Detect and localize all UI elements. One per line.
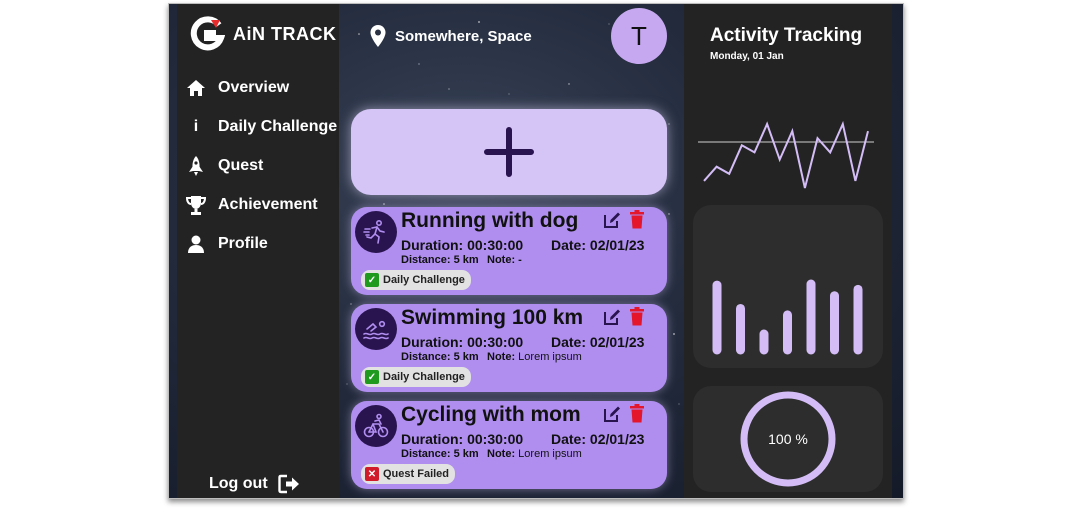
status-badge[interactable]: ✓ Daily Challenge [361, 270, 471, 290]
checkmark-icon: ✓ [365, 273, 379, 287]
cycling-icon [355, 405, 397, 447]
activity-tracking-panel: Activity Tracking Monday, 01 Jan 100 % [684, 4, 892, 498]
duration-value: 00:30:00 [467, 431, 524, 447]
gain-logo-icon [190, 16, 225, 51]
note-value: Lorem ipsum [518, 448, 582, 460]
swimming-icon [355, 308, 397, 350]
logout-label: Log out [209, 475, 268, 492]
checkmark-icon: ✓ [365, 370, 379, 384]
activity-primary-details: Duration: 00:30:00 Date: 02/01/23 [401, 334, 649, 350]
activity-card[interactable]: Swimming 100 km Duration: 00:30:00 Date:… [351, 304, 667, 392]
activity-title: Running with dog [401, 209, 579, 232]
rocket-icon [185, 155, 207, 177]
distance-value: 5 km [453, 351, 479, 363]
date-value: 02/01/23 [589, 237, 645, 253]
sidebar-item-label: Daily Challenge [218, 117, 338, 135]
sidebar-item-achievement[interactable]: Achievement [185, 185, 337, 224]
edit-icon[interactable] [603, 308, 621, 326]
activity-secondary-details: Distance: 5 km Note: Lorem ipsum [401, 351, 582, 363]
date-value: 02/01/23 [589, 334, 645, 350]
location-display: Somewhere, Space [369, 24, 532, 48]
logout-icon [277, 474, 299, 494]
duration-label: Duration: [401, 431, 464, 447]
bar-chart [712, 279, 863, 355]
sidebar-item-quest[interactable]: Quest [185, 146, 337, 185]
avatar[interactable]: T [611, 8, 667, 64]
date-label: Date: [551, 431, 587, 447]
bar-chart-card [693, 205, 883, 368]
status-badge[interactable]: ✓ Daily Challenge [361, 367, 471, 387]
activity-card[interactable]: Running with dog Duration: 00:30:00 Date… [351, 207, 667, 295]
sidebar-item-profile[interactable]: Profile [185, 224, 337, 263]
home-icon [185, 77, 207, 99]
app-window: AiN TRACK Overview i Daily Challenge Que… [168, 3, 904, 499]
activity-secondary-details: Distance: 5 km Note: - [401, 254, 522, 266]
note-label: Note: [487, 448, 516, 460]
progress-value: 100 % [768, 431, 808, 447]
location-pin-icon [370, 25, 386, 47]
activity-title: Cycling with mom [401, 403, 581, 426]
note-value: - [518, 254, 522, 266]
note-label: Note: [487, 351, 516, 363]
activity-primary-details: Duration: 00:30:00 Date: 02/01/23 [401, 237, 649, 253]
progress-ring-card: 100 % [693, 386, 883, 492]
duration-value: 00:30:00 [467, 237, 524, 253]
panel-date: Monday, 01 Jan [710, 51, 784, 62]
duration-value: 00:30:00 [467, 334, 524, 350]
sidebar-item-label: Achievement [218, 195, 318, 213]
delete-icon[interactable] [629, 307, 645, 326]
status-badge[interactable]: ✕ Quest Failed [361, 464, 456, 484]
note-label: Note: [487, 254, 516, 266]
info-icon: i [193, 117, 199, 135]
running-icon [355, 211, 397, 253]
duration-label: Duration: [401, 334, 464, 350]
distance-label: Distance: [401, 351, 451, 363]
distance-label: Distance: [401, 448, 451, 460]
activity-card[interactable]: Cycling with mom Duration: 00:30:00 Date… [351, 401, 667, 489]
date-label: Date: [551, 334, 587, 350]
trophy-icon [185, 194, 207, 216]
activity-title: Swimming 100 km [401, 306, 584, 329]
status-label: Daily Challenge [383, 274, 465, 286]
app-name: AiN TRACK [233, 23, 337, 44]
location-text: Somewhere, Space [395, 27, 532, 45]
activity-secondary-details: Distance: 5 km Note: Lorem ipsum [401, 448, 582, 460]
sidebar-nav: Overview i Daily Challenge Quest Achieve… [185, 68, 337, 263]
sidebar-item-daily-challenge[interactable]: i Daily Challenge [185, 107, 337, 146]
delete-icon[interactable] [629, 404, 645, 423]
sidebar-item-overview[interactable]: Overview [185, 68, 337, 107]
status-label: Quest Failed [383, 468, 450, 480]
add-activity-button[interactable] [351, 109, 667, 195]
distance-label: Distance: [401, 254, 451, 266]
sidebar-item-label: Quest [218, 156, 264, 174]
edit-icon[interactable] [603, 211, 621, 229]
user-icon [185, 233, 207, 255]
duration-label: Duration: [401, 237, 464, 253]
date-label: Date: [551, 237, 587, 253]
status-label: Daily Challenge [383, 371, 465, 383]
sidebar-item-label: Profile [218, 234, 268, 252]
sidebar: AiN TRACK Overview i Daily Challenge Que… [177, 4, 339, 498]
sidebar-item-label: Overview [218, 78, 290, 96]
edit-icon[interactable] [603, 405, 621, 423]
note-value: Lorem ipsum [518, 351, 582, 363]
plus-icon [484, 127, 534, 177]
panel-title: Activity Tracking [710, 25, 863, 46]
distance-value: 5 km [453, 448, 479, 460]
line-series [703, 120, 869, 189]
distance-value: 5 km [453, 254, 479, 266]
activity-primary-details: Duration: 00:30:00 Date: 02/01/23 [401, 431, 649, 447]
x-mark-icon: ✕ [365, 467, 379, 481]
app-logo[interactable]: AiN TRACK [189, 16, 337, 52]
delete-icon[interactable] [629, 210, 645, 229]
logout-button[interactable]: Log out [209, 474, 300, 494]
date-value: 02/01/23 [589, 431, 645, 447]
line-chart [698, 120, 874, 189]
